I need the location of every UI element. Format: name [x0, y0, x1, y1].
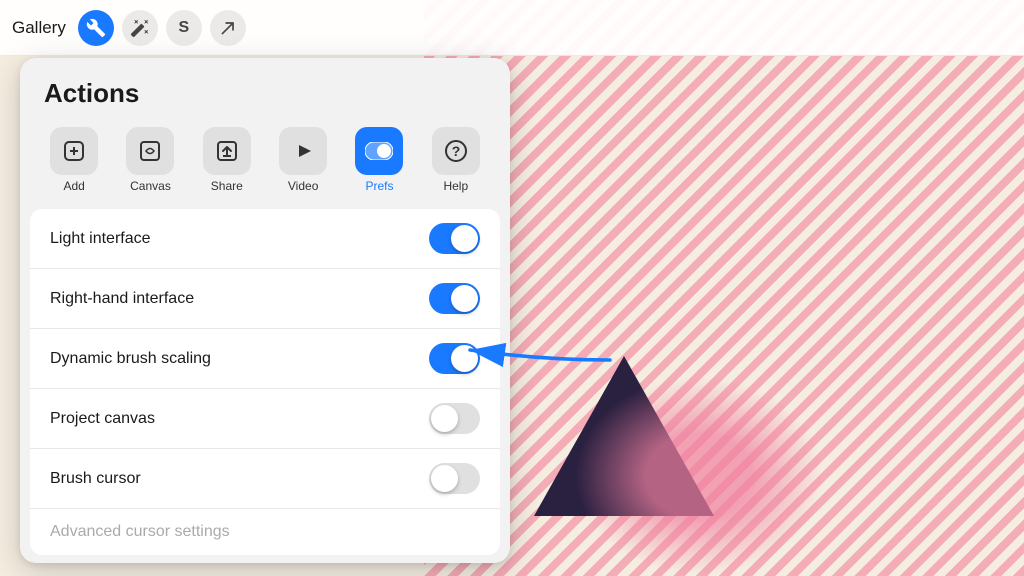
share-label: Share — [211, 179, 243, 193]
help-icon: ? — [444, 139, 468, 163]
video-label: Video — [288, 179, 318, 193]
toggle-thumb — [431, 465, 458, 492]
toggle-thumb — [431, 405, 458, 432]
light-interface-toggle[interactable] — [429, 223, 480, 254]
canvas-icon — [138, 139, 162, 163]
toggle-thumb — [451, 225, 478, 252]
video-play-icon — [291, 139, 315, 163]
project-canvas-label: Project canvas — [50, 410, 155, 428]
project-canvas-toggle[interactable] — [429, 403, 480, 434]
wrench-icon — [86, 18, 106, 38]
help-icon-wrap: ? — [432, 127, 480, 175]
toggle-row-right-hand: Right-hand interface — [30, 269, 500, 329]
prefs-toggle-icon — [365, 142, 393, 160]
dynamic-brush-toggle[interactable] — [429, 343, 480, 374]
toolbar: Gallery S — [0, 0, 1024, 56]
advanced-cursor-label: Advanced cursor settings — [50, 523, 230, 541]
toggle-thumb — [451, 345, 478, 372]
toggle-row-advanced-cursor: Advanced cursor settings — [30, 509, 500, 555]
action-prefs[interactable]: Prefs — [349, 127, 409, 193]
actions-panel: Actions Add Canvas — [20, 58, 510, 563]
share-icon-wrap — [203, 127, 251, 175]
transform-icon: S — [179, 19, 190, 37]
magic-icon — [130, 18, 150, 38]
export-icon — [218, 18, 238, 38]
action-canvas[interactable]: Canvas — [120, 127, 180, 193]
video-icon-wrap — [279, 127, 327, 175]
right-hand-label: Right-hand interface — [50, 290, 194, 308]
add-label: Add — [63, 179, 84, 193]
toggle-row-brush-cursor: Brush cursor — [30, 449, 500, 509]
action-share[interactable]: Share — [197, 127, 257, 193]
add-icon — [62, 139, 86, 163]
svg-text:?: ? — [452, 143, 461, 159]
wrench-button[interactable] — [78, 10, 114, 46]
toggle-section: Light interface Right-hand interface Dyn… — [30, 209, 500, 555]
transform-button[interactable]: S — [166, 10, 202, 46]
dynamic-brush-label: Dynamic brush scaling — [50, 350, 211, 368]
magic-button[interactable] — [122, 10, 158, 46]
export-button[interactable] — [210, 10, 246, 46]
brush-cursor-label: Brush cursor — [50, 470, 141, 488]
add-icon-wrap — [50, 127, 98, 175]
light-interface-label: Light interface — [50, 230, 151, 248]
gallery-label[interactable]: Gallery — [12, 18, 66, 38]
prefs-icon-wrap — [355, 127, 403, 175]
actions-row: Add Canvas Share — [20, 123, 510, 209]
toggle-thumb — [451, 285, 478, 312]
action-video[interactable]: Video — [273, 127, 333, 193]
canvas-icon-wrap — [126, 127, 174, 175]
toggle-row-dynamic-brush: Dynamic brush scaling — [30, 329, 500, 389]
canvas-label: Canvas — [130, 179, 171, 193]
share-icon — [215, 139, 239, 163]
panel-title: Actions — [20, 58, 510, 123]
action-help[interactable]: ? Help — [426, 127, 486, 193]
right-hand-toggle[interactable] — [429, 283, 480, 314]
brush-cursor-toggle[interactable] — [429, 463, 480, 494]
help-label: Help — [443, 179, 468, 193]
character-area — [574, 376, 824, 576]
action-add[interactable]: Add — [44, 127, 104, 193]
toggle-row-project-canvas: Project canvas — [30, 389, 500, 449]
prefs-label: Prefs — [365, 179, 393, 193]
toggle-row-light-interface: Light interface — [30, 209, 500, 269]
